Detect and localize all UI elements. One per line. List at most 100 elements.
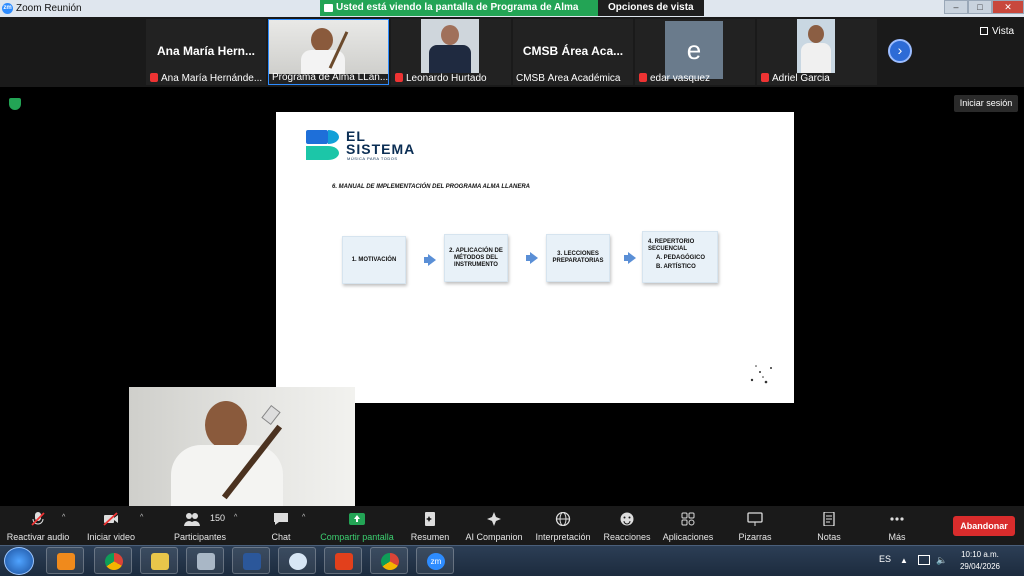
notes-button[interactable]: Notas [804,506,854,545]
mic-muted-icon [395,73,403,82]
maximize-button[interactable]: □ [968,0,992,14]
presenter-face [205,401,247,449]
reactions-button[interactable]: Reacciones [600,506,654,545]
meeting-toolbar: Reactivar audio ^ Iniciar video ^ 150 Pa… [0,506,1024,545]
share-screen-icon [349,513,365,525]
view-toggle-button[interactable]: Vista [980,26,1014,37]
apps-icon [681,512,695,526]
step-box: 3. LECCIONES PREPARATORIAS [546,234,610,282]
toolbar-label: Resumen [410,532,450,542]
taskbar-media-player[interactable] [46,547,84,574]
volume-icon[interactable]: 🔈 [936,555,947,566]
video-off-icon [103,512,118,526]
toolbar-label: Iniciar video [86,532,136,542]
taskbar-clock[interactable]: 10:10 a.m. 29/04/2026 [955,549,1005,573]
toolbar-label: Reactivar audio [6,532,70,542]
participant-tile[interactable]: Adriel Garcia [757,19,877,85]
taskbar-zoom[interactable]: zm [416,547,454,574]
logo-wordmark: EL SISTEMA [346,128,416,157]
participant-tile[interactable]: e edar vasquez [635,19,755,85]
globe-icon [555,512,571,526]
participant-count: 150 [210,513,226,523]
screen-share-icon [324,4,333,12]
grid-icon [980,27,988,35]
chrome-icon [381,553,399,570]
tray-chevron-up-icon[interactable]: ▲ [900,556,908,565]
pdf-icon [335,553,353,570]
view-options-button[interactable]: Opciones de vista ⌄ [598,0,704,29]
chat-button[interactable]: Chat [258,506,304,545]
participant-label: edar vasquez [650,73,711,84]
leave-meeting-button[interactable]: Abandonar [953,516,1015,536]
chevron-up-icon[interactable]: ^ [140,514,143,521]
mic-muted-icon [761,73,769,82]
toolbar-label: Reacciones [603,532,651,542]
toolbar-label: Interpretación [535,532,591,542]
interpretation-button[interactable]: Interpretación [532,506,594,545]
window-title: Zoom Reunión [16,3,82,14]
taskbar-word[interactable] [232,547,270,574]
participant-tile[interactable]: Leonardo Hurtado [391,19,511,85]
step-box: 2. APLICACIÓN DE MÉTODOS DEL INSTRUMENTO [444,234,508,282]
participant-label: Leonardo Hurtado [406,73,487,84]
chevron-up-icon[interactable]: ^ [62,514,65,521]
taskbar-chrome-2[interactable] [370,547,408,574]
toolbar-label: Más [888,532,906,542]
el-sistema-logo-icon [306,130,339,160]
participant-label: Ana María Hernánde... [161,73,263,84]
shield-icon[interactable] [9,98,21,110]
mic-off-icon [31,512,45,526]
taskbar-calculator[interactable] [186,547,224,574]
next-page-button[interactable]: › [888,39,912,63]
minimize-button[interactable]: – [944,0,968,14]
share-banner[interactable]: Usted está viendo la pantalla de Program… [320,0,598,29]
self-video-panel[interactable] [129,387,355,506]
taskbar-chrome[interactable] [94,547,132,574]
participant-tile[interactable]: Ana María Hern... Ana María Hernánde... [146,19,266,85]
start-video-button[interactable]: Iniciar video [78,506,144,545]
chevron-up-icon[interactable]: ^ [234,514,237,521]
login-button[interactable]: Iniciar sesión [954,95,1018,112]
toolbar-label: Chat [271,532,291,542]
zoom-logo-icon: zm [2,3,13,14]
participant-tile-active[interactable]: Programa de Alma LLan... [268,19,389,85]
view-options-label: Opciones de vista [608,2,694,13]
participant-tile[interactable]: CMSB Área Aca... CMSB Área Académica [513,19,633,85]
whiteboard-icon [747,512,763,526]
arrow-right-icon [424,254,436,266]
summary-button[interactable]: Resumen [404,506,456,545]
apps-button[interactable]: Aplicaciones [658,506,718,545]
taskbar-paint[interactable] [278,547,316,574]
chrome-icon [105,553,123,570]
logo-tagline: MÚSICA PARA TODOS [347,156,398,161]
whiteboards-button[interactable]: Pizarras [728,506,782,545]
chevron-up-icon[interactable]: ^ [302,514,305,521]
toolbar-label: Participantes [173,532,227,542]
ai-companion-button[interactable]: AI Companion [462,506,526,545]
participant-display-name: Ana María Hern... [156,44,256,58]
word-icon [243,553,261,570]
participant-video [269,20,388,74]
toolbar-label: Notas [817,532,841,542]
participants-button[interactable]: 150 Participantes [168,506,232,545]
participant-gallery: Ana María Hern... Ana María Hernánde... … [0,17,1024,87]
taskbar-pdf[interactable] [324,547,362,574]
unmute-button[interactable]: Reactivar audio [4,506,72,545]
sparkle-icon [487,512,501,526]
smiley-icon [620,512,634,526]
arrow-right-icon [526,252,538,264]
mic-muted-icon [639,73,647,82]
close-button[interactable]: ✕ [992,0,1024,14]
step-box: 4. REPERTORIO SECUENCIAL A. PEDAGÓGICO B… [642,231,718,283]
arrow-right-icon [624,252,636,264]
share-screen-button[interactable]: Compartir pantalla [318,506,396,545]
more-button[interactable]: Más [874,506,920,545]
participant-label: Adriel Garcia [772,73,830,84]
windows-start-icon[interactable] [4,547,34,575]
taskbar-file-explorer[interactable] [140,547,178,574]
slide-heading: 6. MANUAL DE IMPLEMENTACIÓN DEL PROGRAMA… [332,184,530,190]
participants-icon [184,513,201,526]
language-indicator[interactable]: ES [879,554,891,564]
network-icon[interactable] [918,555,930,565]
participant-video [421,19,479,73]
